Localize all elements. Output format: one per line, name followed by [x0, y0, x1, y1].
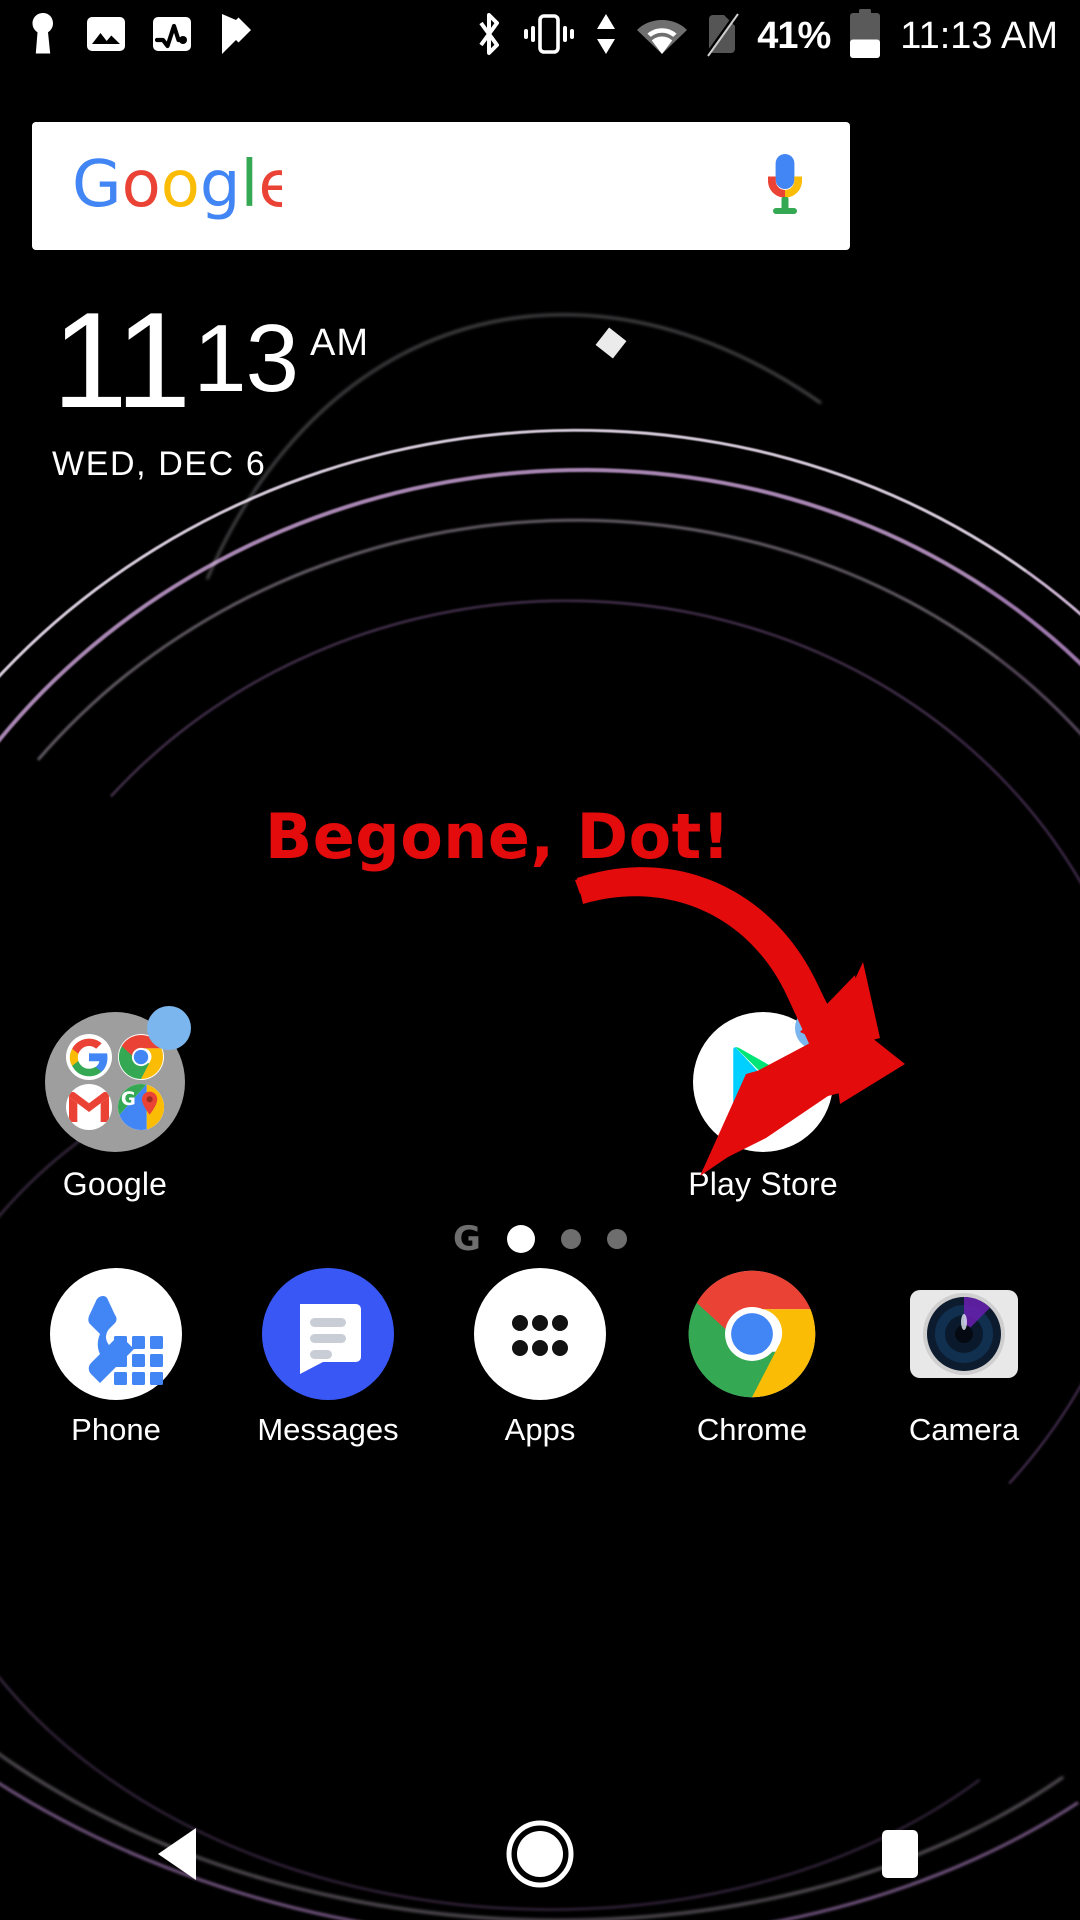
wifi-icon — [637, 14, 688, 59]
battery-icon — [848, 8, 882, 64]
home-app-play-store[interactable]: Play Store — [653, 1006, 873, 1203]
nav-recents-button[interactable] — [825, 1792, 975, 1920]
dock-item-label: Camera — [908, 1412, 1020, 1447]
checkmark-flag-icon — [218, 12, 252, 61]
home-app-google-folder[interactable]: G Google — [5, 1006, 225, 1203]
nav-home-button[interactable] — [465, 1792, 615, 1920]
home-app-label: Play Store — [688, 1166, 838, 1202]
android-home-screen: 41% 11:13 AM Google 11 13 AM WED, DEC 6 … — [0, 0, 1080, 1920]
no-sim-icon — [705, 11, 740, 62]
dock: Phone Messages Apps Chrome Camera — [0, 1268, 1080, 1468]
page-dot-2[interactable] — [560, 1229, 581, 1249]
home-app-label: Google — [62, 1166, 168, 1202]
google-page-glyph[interactable]: G — [453, 1222, 481, 1256]
gmail-icon — [66, 1084, 112, 1130]
camera-icon[interactable] — [898, 1268, 1030, 1400]
status-bar-left-icons — [0, 12, 252, 61]
data-transfer-icon — [593, 12, 619, 61]
home-circle-icon — [505, 1819, 575, 1894]
chrome-icon[interactable] — [686, 1268, 818, 1400]
google-logo: Google — [72, 148, 298, 222]
photo-icon — [86, 14, 126, 59]
clock-minute: 13 — [193, 305, 299, 412]
nav-back-button[interactable] — [105, 1792, 255, 1920]
dock-item-apps[interactable]: Apps — [442, 1268, 638, 1448]
phone-icon[interactable] — [50, 1268, 182, 1400]
google-g-icon — [66, 1034, 112, 1080]
dock-item-phone[interactable]: Phone — [18, 1268, 214, 1448]
voice-search-mic-icon[interactable] — [762, 152, 808, 221]
google-folder-icon[interactable]: G — [45, 1006, 191, 1152]
status-bar[interactable]: 41% 11:13 AM — [0, 0, 1080, 72]
page-dot-3[interactable] — [606, 1229, 627, 1249]
dock-item-label: Apps — [504, 1412, 576, 1447]
messages-icon[interactable] — [262, 1268, 394, 1400]
dock-item-label: Phone — [71, 1412, 161, 1447]
play-store-icon[interactable] — [693, 1006, 839, 1152]
dock-item-label: Messages — [257, 1412, 399, 1447]
clock-hour: 11 — [52, 284, 191, 436]
vpn-key-icon — [26, 12, 60, 61]
status-bar-clock: 11:13 AM — [900, 15, 1058, 57]
notification-dot — [795, 1006, 839, 1050]
google-search-bar[interactable]: Google — [32, 122, 850, 250]
page-indicator[interactable]: G — [0, 1222, 1080, 1256]
status-bar-right-icons: 41% 11:13 AM — [473, 8, 1080, 64]
maps-icon: G — [118, 1084, 164, 1130]
clock-meridiem: AM — [309, 322, 369, 364]
activity-pulse-icon — [152, 14, 192, 59]
page-dot-1[interactable] — [506, 1225, 535, 1253]
svg-text:Google: Google — [72, 150, 282, 222]
recents-square-icon — [874, 1826, 926, 1887]
battery-percent-label: 41% — [757, 15, 831, 57]
clock-widget[interactable]: 11 13 AM WED, DEC 6 — [52, 284, 369, 484]
dock-item-camera[interactable]: Camera — [866, 1268, 1062, 1448]
dock-item-label: Chrome — [696, 1412, 808, 1447]
svg-text:G: G — [121, 1089, 136, 1110]
back-triangle-icon — [152, 1824, 208, 1889]
dock-item-messages[interactable]: Messages — [230, 1268, 426, 1448]
vibrate-icon — [523, 13, 575, 60]
clock-time-row: 11 13 AM — [52, 284, 369, 436]
clock-date: WED, DEC 6 — [52, 445, 267, 484]
app-drawer-icon[interactable] — [474, 1268, 606, 1400]
navigation-bar — [0, 1792, 1080, 1920]
bluetooth-icon — [473, 11, 505, 62]
dock-item-chrome[interactable]: Chrome — [654, 1268, 850, 1448]
notification-dot — [147, 1006, 191, 1050]
